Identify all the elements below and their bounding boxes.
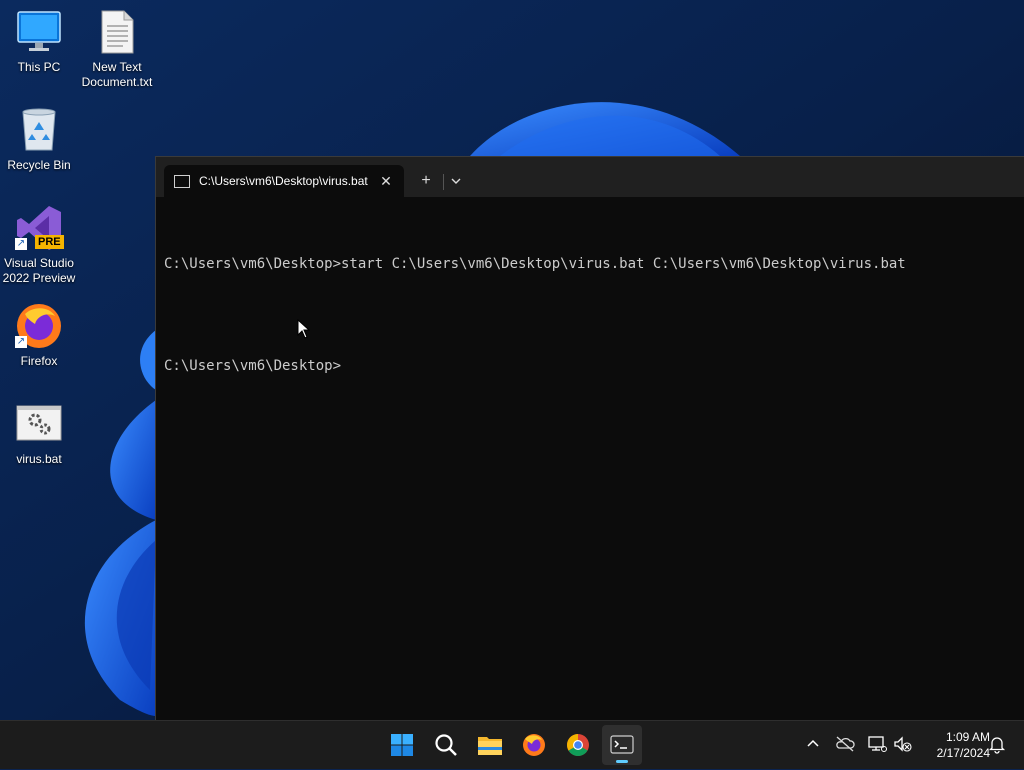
text-file-icon — [93, 8, 141, 56]
chevron-up-icon — [807, 739, 819, 747]
desktop-icon-label: Recycle Bin — [7, 158, 71, 172]
cloud-off-icon — [836, 736, 855, 752]
firefox-icon: ↗ — [15, 302, 63, 350]
mouse-pointer-icon — [297, 319, 311, 339]
shortcut-arrow-icon: ↗ — [15, 238, 27, 250]
network-icon — [868, 736, 887, 752]
desktop-icon-label: New Text Document.txt — [81, 60, 153, 89]
console-line: C:\Users\vm6\Desktop>start C:\Users\vm6\… — [164, 256, 906, 272]
search-icon — [435, 734, 457, 756]
command-prompt-icon — [174, 175, 190, 188]
tab-title: C:\Users\vm6\Desktop\virus.bat — [199, 174, 368, 188]
terminal-taskbar-button[interactable] — [602, 725, 642, 765]
terminal-icon — [610, 735, 634, 754]
terminal-tab[interactable]: C:\Users\vm6\Desktop\virus.bat ✕ — [164, 165, 404, 197]
desktop-icon-visual-studio[interactable]: PRE ↗ Visual Studio 2022 Preview — [0, 204, 78, 286]
taskbar-clock[interactable]: 1:09 AM 2/17/2024 — [918, 729, 990, 761]
network-tray-button[interactable] — [866, 733, 888, 755]
desktop-icon-firefox[interactable]: ↗ Firefox — [0, 302, 78, 369]
visual-studio-icon: PRE ↗ — [15, 204, 64, 252]
desktop-icon-label: virus.bat — [16, 452, 62, 466]
desktop-icon-label: Visual Studio 2022 Preview — [2, 256, 76, 285]
new-tab-button[interactable]: + — [414, 171, 438, 191]
desktop-icon-virus-bat[interactable]: virus.bat — [0, 400, 78, 467]
firefox-taskbar-button[interactable] — [514, 725, 554, 765]
firefox-icon — [523, 734, 545, 756]
desktop-icon-new-text-document[interactable]: New Text Document.txt — [78, 8, 156, 90]
clock-date: 2/17/2024 — [936, 746, 990, 760]
batch-file-icon — [15, 400, 63, 448]
terminal-window[interactable]: C:\Users\vm6\Desktop\virus.bat ✕ + C:\Us… — [155, 156, 1024, 721]
notifications-button[interactable] — [986, 733, 1008, 755]
start-button[interactable] — [382, 725, 422, 765]
file-explorer-button[interactable] — [470, 725, 510, 765]
onedrive-tray-button[interactable] — [834, 733, 856, 755]
close-tab-button[interactable]: ✕ — [376, 171, 396, 191]
preview-badge: PRE — [35, 235, 64, 249]
active-app-indicator — [616, 760, 628, 763]
terminal-output[interactable]: C:\Users\vm6\Desktop>start C:\Users\vm6\… — [164, 223, 1014, 408]
bell-icon — [988, 737, 1006, 754]
recycle-bin-icon — [15, 106, 63, 154]
desktop-icon-this-pc[interactable]: This PC — [0, 8, 78, 75]
windows-logo-icon — [391, 734, 413, 756]
shortcut-arrow-icon: ↗ — [15, 336, 27, 348]
terminal-tab-bar[interactable]: C:\Users\vm6\Desktop\virus.bat ✕ + — [156, 157, 1024, 197]
search-button[interactable] — [426, 725, 466, 765]
desktop-icon-label: This PC — [17, 60, 61, 74]
chevron-down-icon — [451, 178, 461, 184]
console-prompt: C:\Users\vm6\Desktop> — [164, 358, 342, 374]
volume-tray-button[interactable] — [892, 733, 914, 755]
new-tab-dropdown-button[interactable] — [446, 171, 466, 191]
taskbar: 1:09 AM 2/17/2024 — [0, 720, 1024, 769]
desktop-icon-label: Firefox — [20, 354, 58, 368]
tab-bar-divider — [443, 174, 444, 190]
volume-muted-icon — [894, 736, 912, 752]
show-hidden-icons-button[interactable] — [802, 733, 824, 755]
chrome-taskbar-button[interactable] — [558, 725, 598, 765]
folder-icon — [478, 737, 502, 755]
chrome-icon — [567, 734, 589, 756]
monitor-icon — [15, 8, 63, 56]
clock-time: 1:09 AM — [945, 730, 990, 744]
desktop-icon-recycle-bin[interactable]: Recycle Bin — [0, 106, 78, 173]
